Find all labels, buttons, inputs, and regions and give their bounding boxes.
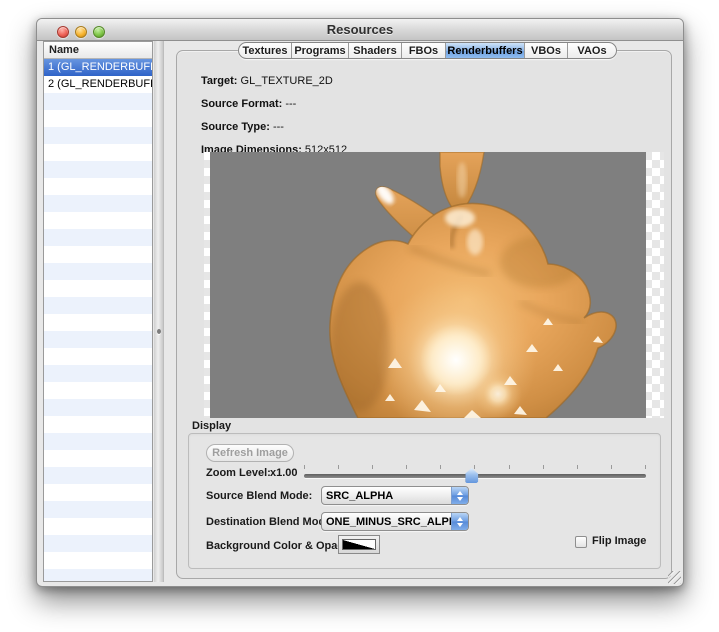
source-blend-popup[interactable]: SRC_ALPHA <box>321 486 469 505</box>
titlebar[interactable]: Resources <box>37 19 683 41</box>
zoom-level-label: Zoom Level: <box>206 467 271 479</box>
bg-color-opacity-label: Background Color & Opacity: <box>206 540 360 552</box>
tab-fbos[interactable]: FBOs <box>402 43 446 58</box>
source-format-value: --- <box>285 98 296 110</box>
name-column-header[interactable]: Name <box>44 42 152 59</box>
resources-window: Resources Name 1 (GL_RENDERBUFFE... 2 (G… <box>36 18 684 587</box>
resource-list-body: 1 (GL_RENDERBUFFE... 2 (GL_RENDERBUFFE..… <box>44 59 152 581</box>
renderbuffer-image <box>210 152 646 418</box>
source-type-label: Source Type: <box>201 121 270 133</box>
popup-stepper-icon <box>451 487 468 504</box>
tab-textures[interactable]: Textures <box>239 43 292 58</box>
zoom-button-icon[interactable] <box>93 26 105 38</box>
minimize-button-icon[interactable] <box>75 26 87 38</box>
sidebar-splitter[interactable] <box>154 41 164 582</box>
display-group-label: Display <box>192 420 231 432</box>
splitter-grip-icon[interactable] <box>157 329 161 334</box>
zoom-slider-thumb[interactable] <box>465 468 478 483</box>
tab-bar: Textures Programs Shaders FBOs Renderbuf… <box>238 42 617 59</box>
source-type-row: Source Type: --- <box>201 121 284 135</box>
tab-renderbuffers[interactable]: Renderbuffers <box>446 43 525 58</box>
refresh-image-button[interactable]: Refresh Image <box>206 444 294 462</box>
dest-blend-label: Destination Blend Mode: <box>206 516 335 528</box>
target-value: GL_TEXTURE_2D <box>241 75 333 87</box>
flip-image-checkbox[interactable] <box>575 536 587 548</box>
dest-blend-value: ONE_MINUS_SRC_ALPHA <box>322 516 451 528</box>
source-blend-label: Source Blend Mode: <box>206 490 312 502</box>
list-item-renderbuffer-1[interactable]: 1 (GL_RENDERBUFFE... <box>44 59 152 76</box>
resize-grip-icon[interactable] <box>668 571 681 584</box>
slider-ticks <box>304 465 646 469</box>
opacity-wedge-icon <box>342 539 376 550</box>
close-button-icon[interactable] <box>57 26 69 38</box>
window-title: Resources <box>37 19 683 41</box>
target-row: Target: GL_TEXTURE_2D <box>201 75 333 89</box>
tab-vbos[interactable]: VBOs <box>525 43 568 58</box>
tab-programs[interactable]: Programs <box>292 43 349 58</box>
resource-list: Name 1 (GL_RENDERBUFFE... 2 (GL_RENDERBU… <box>43 41 153 582</box>
source-format-row: Source Format: --- <box>201 98 296 112</box>
desktop: Resources Name 1 (GL_RENDERBUFFE... 2 (G… <box>0 0 719 632</box>
source-format-label: Source Format: <box>201 98 282 110</box>
bunny-render <box>210 152 646 418</box>
texture-preview <box>204 152 664 418</box>
source-type-value: --- <box>273 121 284 133</box>
list-item-renderbuffer-2[interactable]: 2 (GL_RENDERBUFFE... <box>44 76 152 93</box>
background-color-well[interactable] <box>338 535 380 554</box>
zoom-level-value: x1.00 <box>270 467 298 479</box>
source-blend-value: SRC_ALPHA <box>322 490 451 502</box>
flip-image-label: Flip Image <box>592 535 646 547</box>
dest-blend-popup[interactable]: ONE_MINUS_SRC_ALPHA <box>321 512 469 531</box>
tab-shaders[interactable]: Shaders <box>349 43 402 58</box>
popup-stepper-icon <box>451 513 468 530</box>
target-label: Target: <box>201 75 237 87</box>
tab-vaos[interactable]: VAOs <box>568 43 616 58</box>
